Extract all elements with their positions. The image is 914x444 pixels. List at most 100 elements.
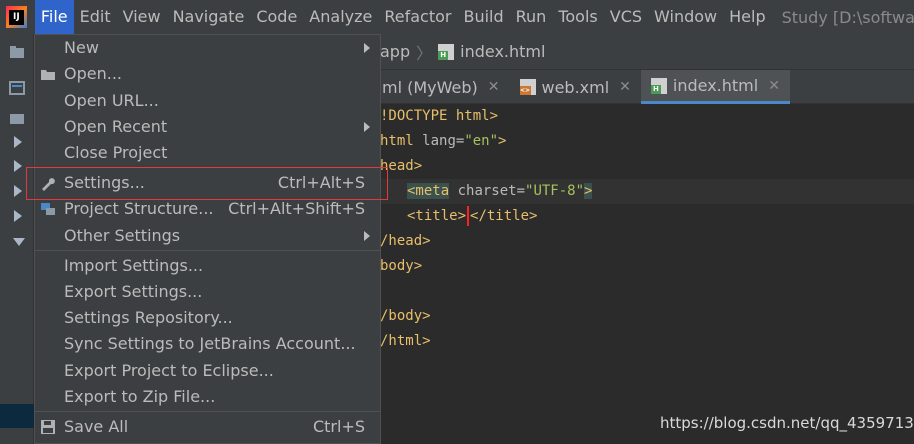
intellij-logo-icon: IJ (6, 6, 27, 28)
menu-bar: IJ File Edit View Navigate Code Analyze … (0, 0, 914, 34)
xml-file-icon (519, 79, 536, 95)
menu-analyze[interactable]: Analyze (303, 0, 378, 34)
code-attr: charset= (449, 183, 526, 199)
code-tag-meta: <meta (407, 183, 450, 199)
menu-item-export-settings[interactable]: Export Settings... (35, 279, 380, 305)
code-line: !DOCTYPE html> (380, 108, 499, 124)
menu-item-new[interactable]: New (35, 35, 380, 61)
menu-file[interactable]: File (34, 0, 74, 34)
editor-tab-bar: ml (MyWeb) ✕ web.xml ✕ index.html ✕ (380, 70, 914, 104)
tab-label: web.xml (541, 77, 610, 97)
menu-item-label: Settings Repository... (64, 308, 233, 327)
tab-web-xml[interactable]: web.xml ✕ (510, 70, 641, 104)
breadcrumb: app 〉 index.html (380, 34, 914, 70)
code-line: /body> (380, 308, 431, 324)
folder-open-icon (41, 70, 55, 80)
menu-item-save-all[interactable]: Save All Ctrl+S (35, 414, 380, 440)
menu-item-close-project[interactable]: Close Project (35, 140, 380, 166)
menu-item-sync-settings[interactable]: Sync Settings to JetBrains Account... (35, 331, 380, 357)
menu-edit[interactable]: Edit (74, 0, 117, 34)
menu-item-label: Close Project (64, 143, 168, 162)
tree-folder-icon (10, 114, 24, 124)
close-icon[interactable]: ✕ (768, 78, 780, 94)
menu-item-import-settings[interactable]: Import Settings... (35, 253, 380, 279)
menu-item-label: Open Recent (64, 117, 168, 136)
html-file-icon (650, 77, 667, 94)
code-editor[interactable]: !DOCTYPE html> html lang="en"> head> <me… (380, 104, 914, 444)
code-line: /html> (380, 333, 431, 349)
tree-expand-arrow-icon[interactable] (14, 160, 22, 172)
left-tool-strip (0, 34, 34, 444)
menu-item-export-zip[interactable]: Export to Zip File... (35, 384, 380, 410)
menu-vcs[interactable]: VCS (604, 0, 648, 34)
menu-item-label: Save All (64, 417, 129, 436)
menu-code[interactable]: Code (250, 0, 303, 34)
menu-tools[interactable]: Tools (552, 0, 603, 34)
structure-panel-icon[interactable] (9, 80, 25, 96)
code-line: <title> </title> (380, 204, 537, 229)
menu-separator (35, 250, 380, 251)
menu-item-open[interactable]: Open... (35, 61, 380, 87)
code-string: "UTF-8" (525, 183, 585, 199)
menu-item-label: Export Project to Eclipse... (64, 361, 274, 380)
code-tag: <title> (407, 208, 467, 224)
watermark: https://blog.csdn.net/qq_43597130 (660, 414, 914, 432)
menu-item-settings-repository[interactable]: Settings Repository... (35, 305, 380, 331)
menu-run[interactable]: Run (510, 0, 553, 34)
menu-item-open-recent[interactable]: Open Recent (35, 114, 380, 140)
code-tag: > (584, 183, 593, 199)
code-line: /head> (380, 233, 431, 249)
menu-shortcut: Ctrl+S (312, 417, 365, 436)
tab-label: ml (MyWeb) (382, 77, 478, 97)
menu-item-label: Sync Settings to JetBrains Account... (64, 334, 356, 353)
menu-item-label: New (64, 38, 99, 57)
code-attr: lang= (422, 133, 465, 149)
submenu-arrow-icon (364, 43, 370, 53)
code-tag: > (498, 133, 507, 149)
menu-item-export-eclipse[interactable]: Export Project to Eclipse... (35, 358, 380, 384)
code-line: html lang="en"> (380, 129, 506, 154)
save-icon (41, 420, 55, 434)
close-icon[interactable]: ✕ (488, 79, 500, 95)
project-structure-icon (41, 203, 55, 215)
menu-separator (35, 411, 380, 412)
window-title: Study [D:\softwar (781, 7, 914, 27)
breadcrumb-parent[interactable]: app (380, 42, 410, 61)
tab-index-html[interactable]: index.html ✕ (640, 70, 790, 104)
html-file-icon (438, 43, 455, 60)
breadcrumb-separator-icon: 〉 (416, 43, 433, 63)
tree-expand-arrow-icon[interactable] (14, 210, 22, 222)
menu-item-label: Import Settings... (64, 256, 204, 275)
code-tag: </title> (470, 208, 538, 224)
menu-navigate[interactable]: Navigate (167, 0, 251, 34)
project-folder-icon[interactable] (9, 44, 25, 60)
tree-expand-arrow-icon[interactable] (14, 185, 22, 197)
code-line-current: <meta charset="UTF-8"> (380, 179, 914, 204)
menu-view[interactable]: View (117, 0, 167, 34)
menu-window[interactable]: Window (648, 0, 723, 34)
menu-item-label: Other Settings (64, 226, 181, 245)
menu-item-other-settings[interactable]: Other Settings (35, 223, 380, 249)
menu-help[interactable]: Help (723, 0, 771, 34)
submenu-arrow-icon (364, 231, 370, 241)
menu-refactor[interactable]: Refactor (378, 0, 457, 34)
menu-item-open-url[interactable]: Open URL... (35, 88, 380, 114)
code-line: body> (380, 258, 423, 274)
code-tag: html (380, 133, 423, 149)
tree-collapse-arrow-icon[interactable] (13, 238, 25, 246)
selected-tree-row (0, 404, 34, 428)
menu-build[interactable]: Build (457, 0, 509, 34)
breadcrumb-file[interactable]: index.html (460, 42, 545, 61)
tree-expand-arrow-icon[interactable] (14, 136, 22, 148)
file-menu-dropdown: New Open... Open URL... Open Recent Clos… (34, 34, 381, 444)
text-caret (467, 206, 470, 226)
code-string: "en" (464, 133, 499, 149)
menu-item-label: Open... (64, 64, 122, 83)
menu-item-label: Open URL... (64, 91, 159, 110)
tab-myweb[interactable]: ml (MyWeb) ✕ (380, 70, 510, 104)
close-icon[interactable]: ✕ (619, 79, 631, 95)
menu-item-label: Export Settings... (64, 282, 203, 301)
tab-label: index.html (672, 76, 759, 95)
submenu-arrow-icon (364, 122, 370, 132)
settings-highlight-box (26, 167, 388, 200)
